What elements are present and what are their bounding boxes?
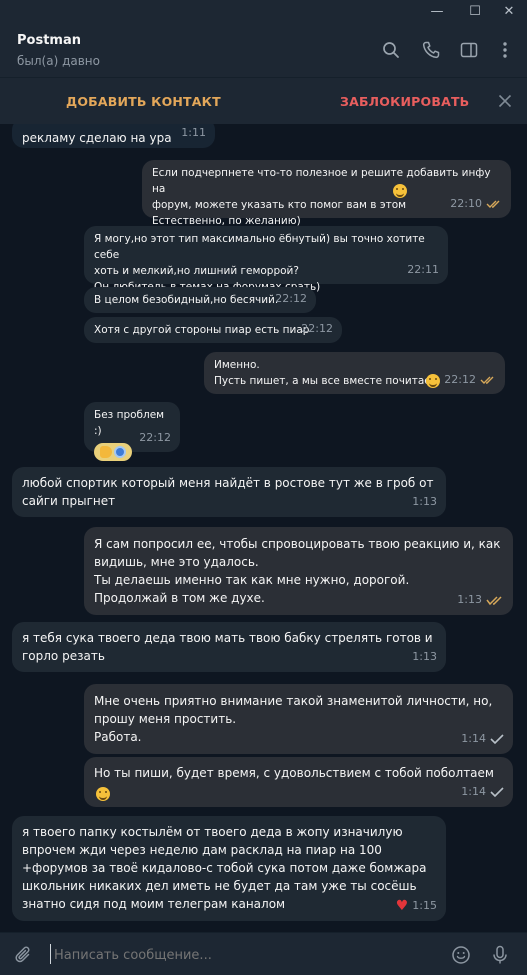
message-meta: 22:10 xyxy=(450,196,502,212)
message-outgoing[interactable]: Но ты пиши, будет время, с удовольствием… xyxy=(84,757,513,807)
message-time: 1:11 xyxy=(181,126,206,139)
message-input[interactable] xyxy=(50,945,430,965)
message-text: я тебя сука твоего деда твою мать твою б… xyxy=(22,631,433,663)
message-text: рекламу сделаю на ура xyxy=(22,131,172,145)
single-check-icon xyxy=(490,786,504,797)
message-meta: 1:11 xyxy=(181,124,206,142)
message-text: я твоего папку костылём от твоего деда в… xyxy=(22,825,427,911)
message-time: 1:15 xyxy=(412,899,437,912)
window-titlebar: — ☐ ✕ xyxy=(0,0,527,22)
more-vertical-icon[interactable] xyxy=(493,38,517,62)
message-incoming[interactable]: Без проблем :) 22:12 xyxy=(84,402,180,461)
sidebar-icon[interactable] xyxy=(457,38,481,62)
contact-name[interactable]: Postman xyxy=(17,33,81,48)
message-time: 22:11 xyxy=(407,263,439,276)
message-time: 1:13 xyxy=(412,650,437,663)
single-check-icon xyxy=(490,733,504,744)
message-time: 1:13 xyxy=(412,495,437,508)
smile-emoji xyxy=(96,787,110,801)
message-text: В целом безобидный,но бесячий. xyxy=(94,294,279,306)
message-meta: 22:12 xyxy=(139,430,171,446)
message-meta: 22:11 xyxy=(407,262,439,278)
message-text: Я могу,но этот тип максимально ёбнутый) … xyxy=(94,233,425,293)
message-incoming[interactable]: Я могу,но этот тип максимально ёбнутый) … xyxy=(84,226,448,293)
paperclip-icon[interactable] xyxy=(12,943,36,967)
phone-icon[interactable] xyxy=(419,38,443,62)
message-meta: ♥ 1:15 xyxy=(396,897,437,915)
message-time: 1:13 xyxy=(457,593,482,606)
message-outgoing[interactable]: Мне очень приятно внимание такой знамени… xyxy=(84,684,513,754)
block-button[interactable]: ЗАБЛОКИРОВАТЬ xyxy=(340,94,469,109)
double-check-icon xyxy=(486,200,500,208)
contact-action-bar: ДОБАВИТЬ КОНТАКТ ЗАБЛОКИРОВАТЬ xyxy=(0,78,527,124)
message-meta: 22:12 xyxy=(444,372,496,388)
message-meta: 1:14 xyxy=(461,783,504,801)
chat-header: Postman был(а) давно xyxy=(0,22,527,78)
message-time: 22:12 xyxy=(275,292,307,305)
message-list[interactable]: рекламу сделаю на ура 1:11 Если подчерпн… xyxy=(0,124,527,932)
message-time: 22:12 xyxy=(301,322,333,335)
message-meta: 1:13 xyxy=(412,648,437,666)
message-meta: 22:12 xyxy=(301,321,333,337)
message-outgoing[interactable]: Если подчерпнете что-то полезное и решит… xyxy=(142,160,511,227)
message-outgoing[interactable]: Именно. Пусть пишет, а мы все вместе поч… xyxy=(204,352,505,394)
message-meta: 1:14 xyxy=(461,730,504,748)
close-icon[interactable] xyxy=(494,90,516,112)
message-text: Если подчерпнете что-то полезное и решит… xyxy=(152,167,491,227)
message-incoming[interactable]: Хотя с другой стороны пиар есть пиар 22:… xyxy=(84,317,342,343)
add-contact-button[interactable]: ДОБАВИТЬ КОНТАКТ xyxy=(66,94,221,109)
message-incoming[interactable]: любой спортик который меня найдёт в рост… xyxy=(12,467,446,517)
message-incoming[interactable]: рекламу сделаю на ура 1:11 xyxy=(12,124,215,148)
message-text: Хотя с другой стороны пиар есть пиар xyxy=(94,324,310,336)
minimize-button[interactable]: — xyxy=(418,0,456,22)
message-time: 22:10 xyxy=(450,197,482,210)
thumbs-up-sticker xyxy=(94,443,132,461)
message-time: 1:14 xyxy=(461,785,486,798)
double-check-icon xyxy=(480,376,494,384)
smile-emoji xyxy=(393,184,407,198)
message-incoming[interactable]: я твоего папку костылём от твоего деда в… xyxy=(12,816,446,921)
message-text: Но ты пиши, будет время, с удовольствием… xyxy=(94,766,494,780)
smile-icon[interactable] xyxy=(449,943,473,967)
message-incoming[interactable]: я тебя сука твоего деда твою мать твою б… xyxy=(12,622,446,672)
microphone-icon[interactable] xyxy=(488,943,512,967)
maximize-button[interactable]: ☐ xyxy=(456,0,494,22)
message-text: любой спортик который меня найдёт в рост… xyxy=(22,476,434,508)
search-icon[interactable] xyxy=(379,38,403,62)
close-window-button[interactable]: ✕ xyxy=(490,0,527,22)
message-meta: 22:12 xyxy=(275,291,307,307)
smile-emoji xyxy=(426,374,440,388)
heart-reaction[interactable]: ♥ xyxy=(396,897,409,915)
message-meta: 1:13 xyxy=(412,493,437,511)
message-time: 1:14 xyxy=(461,732,486,745)
message-time: 22:12 xyxy=(139,431,171,444)
message-meta: 1:13 xyxy=(457,591,504,609)
message-incoming[interactable]: В целом безобидный,но бесячий. 22:12 xyxy=(84,287,316,313)
message-time: 22:12 xyxy=(444,373,476,386)
message-composer xyxy=(0,932,527,975)
double-check-icon xyxy=(486,595,502,605)
contact-status: был(а) давно xyxy=(17,54,100,68)
message-outgoing[interactable]: Я сам попросил ее, чтобы спровоцировать … xyxy=(84,527,513,615)
message-text: Я сам попросил ее, чтобы спровоцировать … xyxy=(94,537,501,605)
message-text: Мне очень приятно внимание такой знамени… xyxy=(94,694,493,744)
